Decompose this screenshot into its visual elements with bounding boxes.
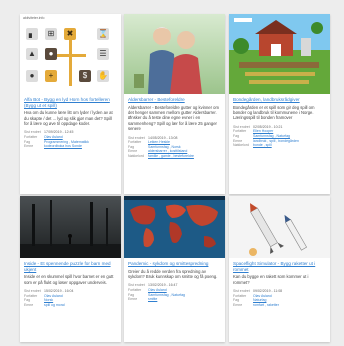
card-description: Hva om du kunne lære litt om lyder / lyd… [24,110,113,126]
meta-row: Nøkkelord bonde , spill [233,143,326,148]
meta-link[interactable]: Olav Asland [148,288,167,292]
calculator-icon: ⊞ [45,28,57,40]
card-description: Greier du å redde verden fra spredning a… [128,268,218,279]
card-thumbnail[interactable] [229,196,330,258]
meta-link[interactable]: Leiken Heskle [148,140,170,144]
card-metadata: Sist endret 09/02/2019 - 11:08 Forfatter O… [233,289,326,307]
person-icon: ● [26,70,38,82]
card-metadata: Sist endret 15/02/2019 - 16:04 Forfatter O… [24,289,117,307]
farm-illustration [233,18,323,84]
resource-card: Bondegården, landbruksrådgiver Bondegård… [229,14,330,194]
resource-card: Pandemic - sykdom og smittespredning Gre… [124,196,225,342]
card-title[interactable]: Inside - Et spennende puzzle for barn me… [24,261,117,272]
meta-value: 13/02/2019 - 16:47 [148,283,178,288]
meta-value: 02/05/2019 - 10:21 [253,124,283,129]
meta-row: Emne romfart , raketter [233,303,326,308]
card-metadata: Sist endret 17/09/2019 - 12:45 Forfatter O… [24,130,117,148]
meta-link[interactable]: smitte [148,297,157,301]
meta-link[interactable]: Olav Asland [44,294,63,298]
meta-link[interactable]: bonde , spill [253,143,272,147]
meta-link[interactable]: Ellen Hooper [253,129,273,133]
card-description: Kan du bygge en rakett som kommer ut i r… [233,274,309,285]
card-title[interactable]: Aldersbarrer - Besteforeldre [128,97,221,103]
card-title[interactable]: Bondegården, landbruksrådgiver [233,97,326,103]
meta-link[interactable]: Samfunnsfag , Naturfag [148,293,185,297]
meta-key: Nøkkelord [233,143,249,148]
meta-key: Emne [128,297,138,302]
meta-link[interactable]: familie , gamle , besteforeldre [148,154,194,158]
thumbnail-caption: aktiviteter.info [23,16,45,20]
meta-link[interactable]: Samfunnsfag , Naturfag [253,134,290,138]
card-title[interactable]: Alfa Bot - Bygg en lyd Horn hos fortelle… [24,97,117,108]
resource-card: Spaceflight Simulator - Bygg raketter ut… [229,196,330,342]
grandparents-illustration [134,27,202,94]
dollar-icon: $ [79,70,91,82]
graduation-cap-icon: ▲ [26,48,38,60]
resource-grid: aktiviteter.info ▖ ⊞ ✖ ⌛ ▲ ● ☰ ● + $ ✋ A… [0,0,344,346]
meta-key: Emne [233,302,243,307]
meta-row: Emne kodeordboka hos Sonde [24,144,117,149]
resource-card: Aldersbarrer - Besteforeldre Aldersbarre… [124,14,225,194]
card-thumbnail[interactable] [124,196,225,258]
card-metadata: Sist endret 02/05/2019 - 10:21 Forfatter E… [233,125,326,148]
card-title[interactable]: Spaceflight Simulator - Bygg raketter ut… [233,261,326,272]
meta-link[interactable]: Olav Asland [44,135,63,139]
meta-link[interactable]: Olav Asland [253,294,272,298]
meta-link[interactable]: Naturfag [253,298,266,302]
meta-key: Nøkkelord [128,154,144,158]
cross-icon: ✖ [64,28,76,40]
connector-line [56,54,86,57]
meta-link[interactable]: romfart , raketter [253,303,279,307]
card-title[interactable]: Pandemic - sykdom og smittespredning [128,261,221,267]
card-metadata: Sist endret 13/02/2019 - 16:47 Forfatter O… [128,283,221,301]
card-description: Bondegården er et spill som gir deg spil… [233,104,315,121]
meta-row: Nøkkelord familie , gamle , besteforeldre [128,154,221,159]
card-thumbnail[interactable]: aktiviteter.info ▖ ⊞ ✖ ⌛ ▲ ● ☰ ● + $ ✋ [20,14,121,94]
card-thumbnail[interactable] [20,196,121,258]
meta-link[interactable]: Programmering , Matematikk [44,140,89,144]
world-map-scene [124,196,225,248]
meta-link[interactable]: Norsk [44,298,53,302]
meta-key: Emne [24,144,34,149]
hourglass-icon: ⌛ [97,28,109,40]
meta-value: 15/02/2019 - 16:04 [44,289,74,293]
list-icon: ☰ [97,48,109,60]
card-description: Inside er en skummel spill hvor barnet e… [24,274,114,285]
hand-icon: ✋ [97,70,109,82]
card-description: Aldersbarrer - Besteforeldre gutter og k… [128,104,220,132]
meta-link[interactable]: aldersbarrer , kosttilstand [148,149,187,153]
meta-link[interactable]: Samfunnsfag , Norsk [148,145,181,149]
dark-forest-scene [20,200,121,258]
meta-link[interactable]: kodeordboka hos Sonde [44,144,82,148]
meta-value: 14/05/2019 - 13:08 [148,135,178,140]
resource-card: aktiviteter.info ▖ ⊞ ✖ ⌛ ▲ ● ☰ ● + $ ✋ A… [20,14,121,194]
meta-row: Emne smitte [128,297,221,302]
meta-key: Emne [24,302,34,307]
card-thumbnail[interactable] [124,14,225,94]
plus-icon: + [45,70,57,82]
meta-link[interactable]: spill og moral [44,303,65,307]
person-icon: ● [45,48,57,60]
bar-chart-icon: ▖ [26,28,38,40]
meta-value: 17/09/2019 - 12:45 [44,130,74,135]
meta-link[interactable]: landbruk , spill , bondegården [253,139,299,143]
rockets-illustration [249,203,308,256]
meta-value: 09/02/2019 - 11:08 [253,289,283,293]
card-metadata: Sist endret 14/05/2019 - 13:08 Forfatter L… [128,136,221,159]
resource-card: Inside - Et spennende puzzle for barn me… [20,196,121,342]
card-thumbnail[interactable] [229,14,330,94]
meta-row: Emne spill og moral [24,303,117,308]
